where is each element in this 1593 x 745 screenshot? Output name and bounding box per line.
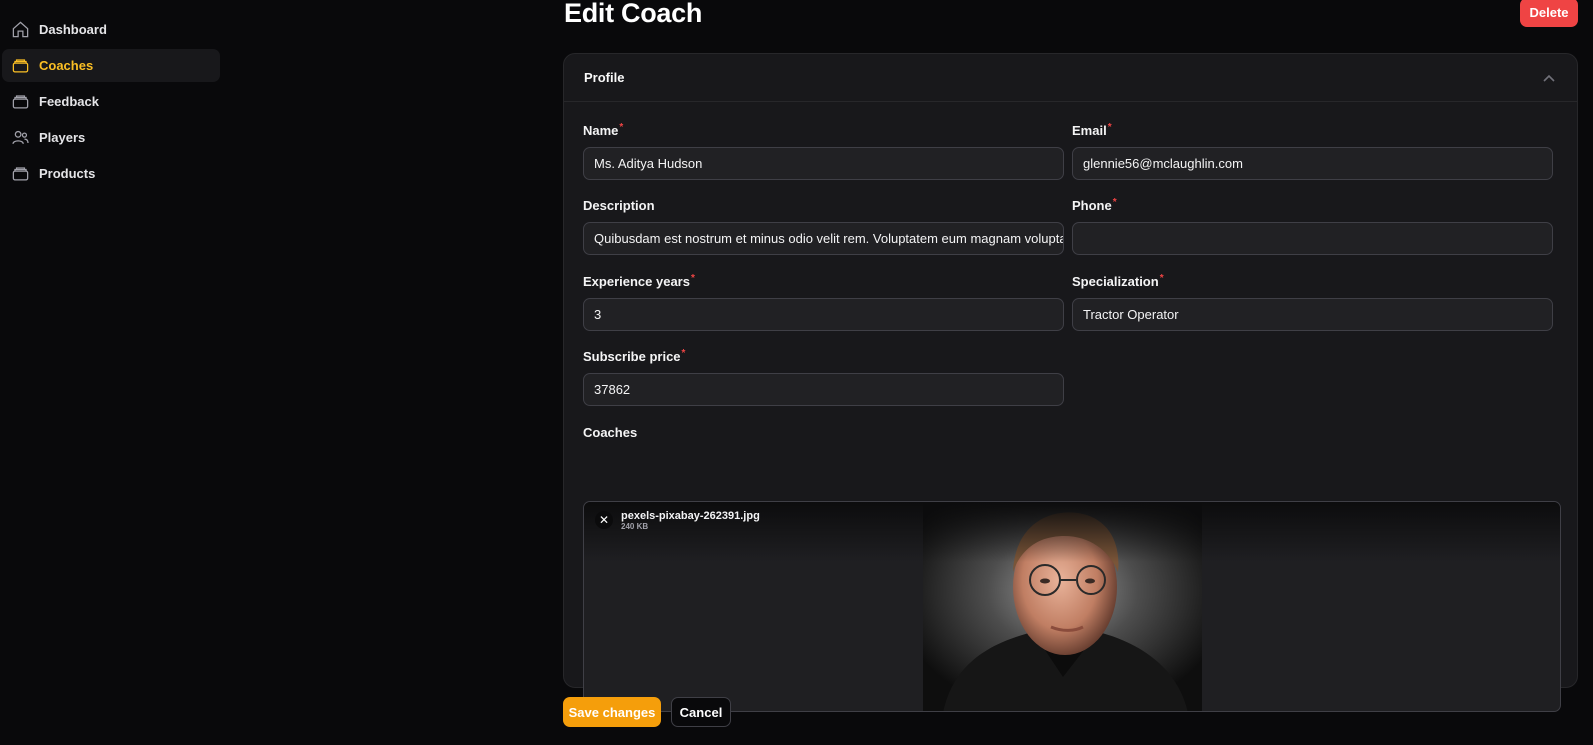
users-icon	[10, 128, 30, 148]
save-changes-button[interactable]: Save changes	[563, 697, 661, 727]
stack-icon	[10, 92, 30, 112]
email-label-text: Email	[1072, 123, 1107, 138]
name-field-group: Name * Ms. Aditya Hudson	[583, 123, 1064, 180]
email-field-group: Email * glennie56@mclaughlin.com	[1072, 123, 1553, 180]
description-field-group: Description Quibusdam est nostrum et min…	[583, 198, 1064, 255]
description-label-text: Description	[583, 198, 655, 213]
sidebar-item-coaches[interactable]: Coaches	[2, 49, 220, 82]
name-label-text: Name	[583, 123, 619, 138]
price-label: Subscribe price *	[583, 349, 1064, 365]
sidebar-item-label: Players	[39, 130, 86, 145]
specialization-label-text: Specialization	[1072, 274, 1159, 289]
required-mark: *	[619, 122, 624, 133]
upload-label: Coaches	[583, 425, 638, 440]
stack-icon	[10, 56, 30, 76]
home-icon	[10, 20, 30, 40]
sidebar-item-dashboard[interactable]: Dashboard	[2, 13, 220, 46]
experience-label: Experience years *	[583, 274, 1064, 290]
subscribe-price-input[interactable]: 37862	[583, 373, 1064, 406]
phone-label-text: Phone	[1072, 198, 1112, 213]
specialization-label: Specialization *	[1072, 274, 1553, 290]
delete-button[interactable]: Delete	[1520, 0, 1578, 27]
sidebar-item-players[interactable]: Players	[2, 121, 220, 154]
required-mark: *	[1159, 273, 1164, 284]
sidebar-item-label: Coaches	[39, 58, 94, 73]
sidebar: Dashboard Coaches Feedback Players Produ…	[0, 0, 224, 745]
description-input[interactable]: Quibusdam est nostrum et minus odio veli…	[583, 222, 1064, 255]
sidebar-item-label: Dashboard	[39, 22, 107, 37]
image-upload[interactable]: ✕ pexels-pixabay-262391.jpg 240 KB	[583, 501, 1561, 712]
page-title: Edit Coach	[564, 0, 703, 28]
required-mark: *	[1112, 197, 1117, 208]
file-name: pexels-pixabay-262391.jpg	[621, 510, 760, 522]
name-input[interactable]: Ms. Aditya Hudson	[583, 147, 1064, 180]
cancel-button[interactable]: Cancel	[671, 697, 731, 727]
phone-input[interactable]	[1072, 222, 1553, 255]
required-mark: *	[681, 348, 686, 359]
price-label-text: Subscribe price	[583, 349, 681, 364]
required-mark: *	[690, 273, 695, 284]
remove-file-button[interactable]: ✕	[595, 511, 613, 529]
profile-section: Profile Name * Ms. Aditya Hudson Email * g…	[563, 53, 1578, 712]
specialization-field-group: Specialization * Tractor Operator	[1072, 274, 1553, 331]
specialization-input[interactable]: Tractor Operator	[1072, 298, 1553, 331]
sidebar-item-products[interactable]: Products	[2, 157, 220, 190]
price-field-group: Subscribe price * 37862	[583, 349, 1064, 406]
sidebar-item-label: Products	[39, 166, 96, 181]
sidebar-item-label: Feedback	[39, 94, 99, 109]
required-mark: *	[1107, 122, 1112, 133]
email-input[interactable]: glennie56@mclaughlin.com	[1072, 147, 1553, 180]
profile-section-header[interactable]: Profile	[564, 54, 1577, 102]
file-size: 240 KB	[621, 522, 649, 531]
phone-field-group: Phone *	[1072, 198, 1553, 255]
email-label: Email *	[1072, 123, 1553, 139]
experience-label-text: Experience years	[583, 274, 690, 289]
description-label: Description	[583, 198, 1064, 214]
experience-field-group: Experience years * 3	[583, 274, 1064, 331]
name-label: Name *	[583, 123, 1064, 139]
phone-label: Phone *	[1072, 198, 1553, 214]
chevron-up-icon[interactable]	[1541, 70, 1557, 86]
section-title: Profile	[584, 70, 625, 85]
stack-icon	[10, 164, 30, 184]
experience-years-input[interactable]: 3	[583, 298, 1064, 331]
sidebar-item-feedback[interactable]: Feedback	[2, 85, 220, 118]
